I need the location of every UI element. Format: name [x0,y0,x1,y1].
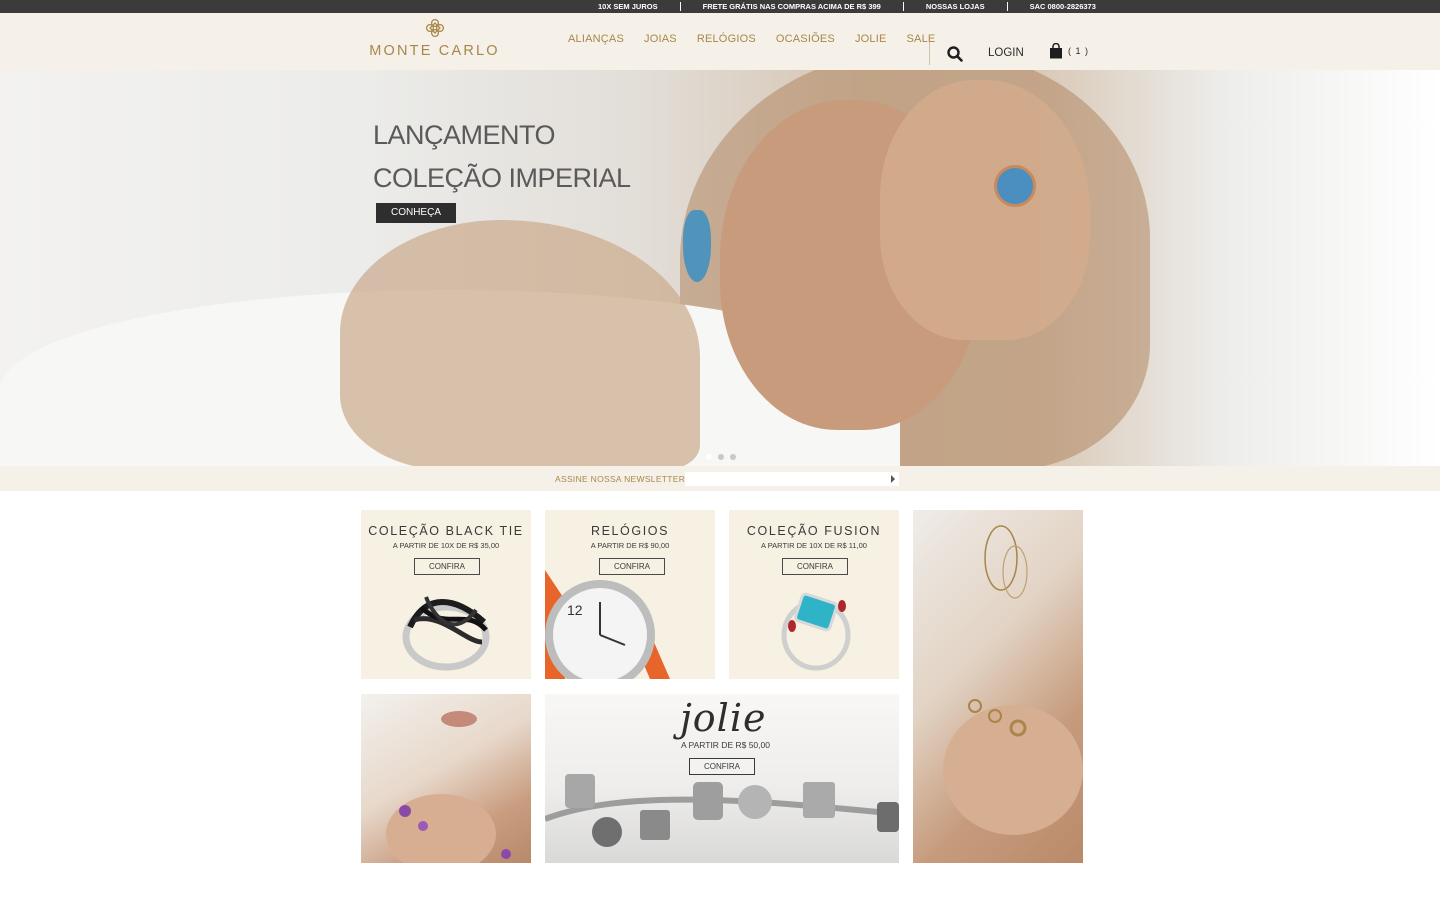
jolie-banner[interactable]: jolie A PARTIR DE R$ 50,00 CONFIRA [545,694,899,863]
jolie-confira-button[interactable]: CONFIRA [689,758,755,775]
newsletter-email-input[interactable] [685,472,899,486]
tile-confira-button[interactable]: CONFIRA [414,558,480,575]
hero-ring-jewel [994,165,1036,207]
newsletter-label: ASSINE NOSSA NEWSLETTER: [555,474,688,484]
promo-tile-black-tie[interactable]: COLEÇÃO BLACK TIE A PARTIR DE 10X DE R$ … [361,510,531,679]
nav-item-ocasioes[interactable]: OCASIÕES [766,33,845,45]
tile-subtitle: A PARTIR DE 10X DE R$ 35,00 [392,541,500,550]
hero-cta-button[interactable]: CONHEÇA [376,203,456,223]
hero-photo-shoulder [340,220,700,466]
search-icon [947,46,963,62]
arrow-right-icon [890,475,895,483]
slider-dot-2[interactable] [718,454,724,460]
topbar-sac-phone[interactable]: SAC 0800-2826373 [1020,2,1106,11]
tile-subtitle: A PARTIR DE R$ 90,00 [590,541,670,550]
topbar-divider [902,2,904,11]
top-info-items: 10X SEM JUROS FRETE GRÁTIS NAS COMPRAS A… [588,0,1106,13]
promo-tile-fusion[interactable]: COLEÇÃO FUSION A PARTIR DE 10X DE R$ 11,… [729,510,899,679]
brand-name: MONTE CARLO [369,43,500,59]
cart-button[interactable]: ( 1 ) [1049,43,1089,59]
jolie-brand-script: jolie [680,696,767,740]
slider-dot-1[interactable] [706,454,712,460]
tile-confira-button[interactable]: CONFIRA [782,558,848,575]
site-header: MONTE CARLO ALIANÇAS JOIAS RELÓGIOS OCAS… [0,13,1440,70]
nav-item-sale[interactable]: SALE [897,33,946,45]
top-info-bar: 10X SEM JUROS FRETE GRÁTIS NAS COMPRAS A… [0,0,1440,13]
slider-dots [706,454,736,460]
hero-earring-jewel [683,210,711,282]
jolie-subtitle: A PARTIR DE R$ 50,00 [681,740,770,750]
hero-title-line2: COLEÇÃO IMPERIAL [373,163,631,193]
newsletter-bar: ASSINE NOSSA NEWSLETTER: [0,466,1440,491]
cart-count: ( 1 ) [1068,46,1090,56]
topbar-stores-link[interactable]: NOSSAS LOJAS [916,2,995,11]
model-earring-photo [943,525,1083,835]
black-tie-ring-image [402,596,490,671]
shopping-bag-icon [1050,43,1062,59]
hero-title: LANÇAMENTO COLEÇÃO IMPERIAL [373,114,631,200]
nav-item-aliancas[interactable]: ALIANÇAS [558,33,634,45]
main-nav: ALIANÇAS JOIAS RELÓGIOS OCASIÕES JOLIE S… [558,33,945,45]
tile-subtitle: A PARTIR DE 10X DE R$ 11,00 [761,541,867,550]
svg-text:12: 12 [567,602,583,618]
watch-image: 12 [545,570,670,679]
model-photo-tile-right[interactable] [913,510,1083,863]
tile-title: COLEÇÃO FUSION [746,524,882,538]
model-photo-tile-left[interactable] [361,694,531,863]
brand-logo[interactable]: MONTE CARLO [367,17,502,65]
tile-title: COLEÇÃO BLACK TIE [368,524,524,538]
monogram-logo-icon [425,18,444,38]
topbar-divider [679,2,681,11]
login-link[interactable]: LOGIN [988,47,1024,59]
nav-item-joias[interactable]: JOIAS [634,33,687,45]
newsletter-submit-button[interactable] [886,472,899,486]
fusion-ring-image [781,592,851,671]
nav-item-jolie[interactable]: JOLIE [845,33,897,45]
header-divider [929,42,930,65]
hero-banner[interactable]: LANÇAMENTO COLEÇÃO IMPERIAL CONHEÇA [0,70,1440,466]
topbar-installments[interactable]: 10X SEM JUROS [588,2,668,11]
topbar-free-shipping[interactable]: FRETE GRÁTIS NAS COMPRAS ACIMA DE R$ 399 [693,2,891,11]
slider-dot-3[interactable] [730,454,736,460]
hero-title-line1: LANÇAMENTO [373,120,556,150]
topbar-divider [1006,2,1008,11]
promo-tile-relogios[interactable]: RELÓGIOS A PARTIR DE R$ 90,00 CONFIRA 12 [545,510,715,679]
hero-photo-hand [880,80,1090,340]
search-button[interactable] [946,45,964,63]
nav-item-relogios[interactable]: RELÓGIOS [687,33,766,45]
model-rings-photo [386,711,511,863]
tile-title: RELÓGIOS [590,524,670,538]
